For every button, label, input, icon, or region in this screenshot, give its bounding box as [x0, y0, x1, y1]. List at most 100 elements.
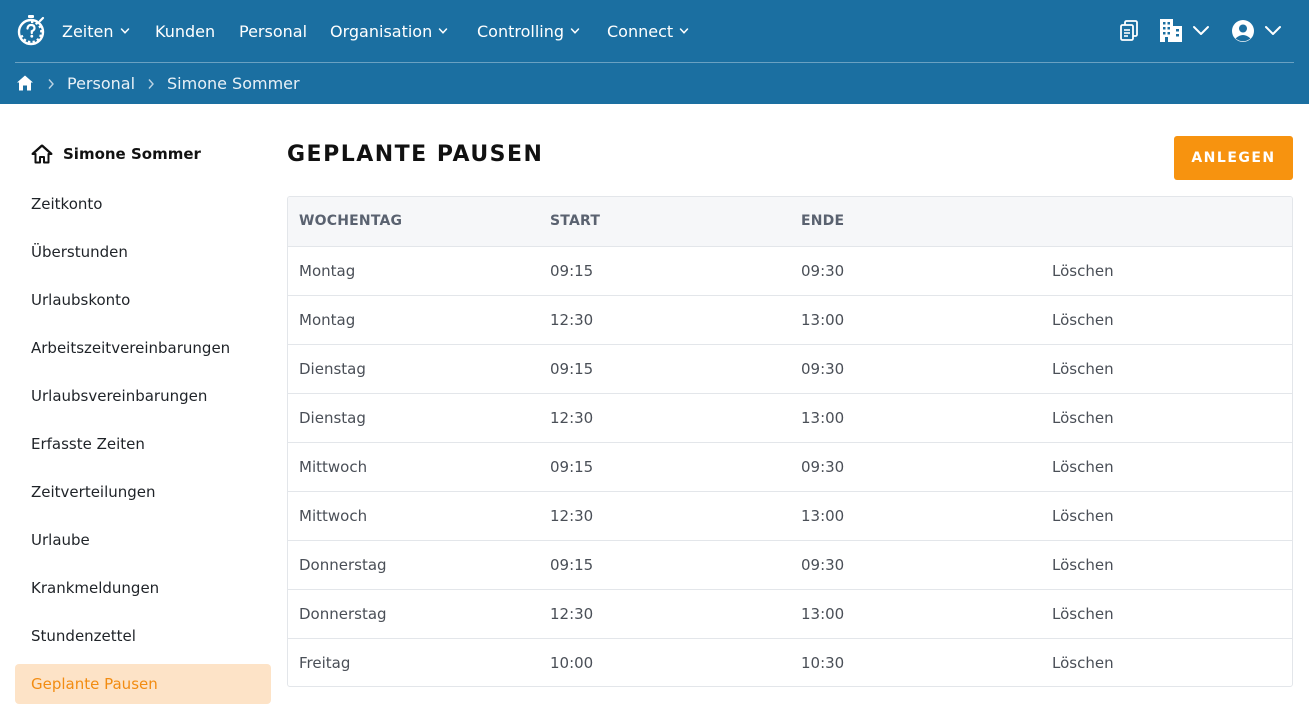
delete-link[interactable]: Löschen — [1041, 393, 1292, 442]
delete-link[interactable]: Löschen — [1041, 344, 1292, 393]
sidebar-item-label: Krankmeldungen — [31, 579, 160, 597]
sidebar-item-label: Überstunden — [31, 243, 128, 261]
column-header-weekday: WOCHENTAG — [299, 213, 403, 230]
header-divider — [15, 62, 1294, 63]
column-header-end: ENDE — [801, 213, 845, 230]
sidebar-item-label: Urlaube — [31, 531, 90, 549]
nav-item-label: Kunden — [155, 21, 216, 41]
sidebar-item-überstunden[interactable]: Überstunden — [15, 232, 271, 272]
cell-start: 10:00 — [550, 653, 594, 672]
cell-end: 13:00 — [801, 506, 845, 525]
sidebar-item-label: Urlaubskonto — [31, 291, 131, 309]
sidebar-item-urlaubsvereinbarungen[interactable]: Urlaubsvereinbarungen — [15, 376, 271, 416]
sidebar-item-geplante-pausen[interactable]: Geplante Pausen — [15, 664, 271, 704]
table-row: Dienstag 09:15 09:30 Löschen — [288, 344, 1292, 393]
delete-link[interactable]: Löschen — [1041, 589, 1292, 638]
nav-organisation[interactable]: Organisation — [330, 20, 448, 42]
sidebar-item-urlaube[interactable]: Urlaube — [15, 520, 271, 560]
breadcrumb: Personal Simone Sommer — [0, 64, 1309, 104]
sidebar-item-zeitverteilungen[interactable]: Zeitverteilungen — [15, 472, 271, 512]
table-header-row: WOCHENTAG START ENDE — [288, 197, 1292, 246]
nav-item-label: Personal — [239, 21, 308, 41]
cell-start: 12:30 — [550, 310, 594, 329]
nav-item-label: Controlling — [477, 21, 565, 41]
cell-weekday: Montag — [299, 261, 356, 280]
sidebar-item-erfasste-zeiten[interactable]: Erfasste Zeiten — [15, 424, 271, 464]
cell-weekday: Donnerstag — [299, 604, 387, 623]
cell-start: 12:30 — [550, 408, 594, 427]
cell-end: 13:00 — [801, 408, 845, 427]
documents-icon[interactable] — [1119, 20, 1139, 42]
chevron-down-icon — [120, 28, 129, 34]
user-chevron-down-icon[interactable] — [1264, 24, 1282, 36]
delete-link[interactable]: Löschen — [1041, 540, 1292, 589]
sidebar-header[interactable]: Simone Sommer — [31, 144, 201, 164]
delete-link[interactable]: Löschen — [1041, 638, 1292, 686]
sidebar-item-urlaubskonto[interactable]: Urlaubskonto — [15, 280, 271, 320]
cell-weekday: Montag — [299, 310, 356, 329]
main-navigation: Zeiten Kunden Personal Organisation Controll… — [0, 0, 1309, 62]
nav-controlling[interactable]: Controlling — [477, 20, 580, 42]
cell-end: 13:00 — [801, 604, 845, 623]
cell-weekday: Freitag — [299, 653, 351, 672]
nav-item-label: Connect — [607, 21, 674, 41]
nav-kunden[interactable]: Kunden — [155, 20, 215, 42]
table-row: Dienstag 12:30 13:00 Löschen — [288, 393, 1292, 442]
table-row: Montag 12:30 13:00 Löschen — [288, 295, 1292, 344]
cell-weekday: Dienstag — [299, 359, 366, 378]
table-row: Mittwoch 12:30 13:00 Löschen — [288, 491, 1292, 540]
cell-end: 09:30 — [801, 555, 845, 574]
column-header-start: START — [550, 213, 601, 230]
cell-start: 09:15 — [550, 359, 594, 378]
building-chevron-down-icon[interactable] — [1192, 24, 1210, 36]
nav-personal[interactable]: Personal — [239, 20, 307, 42]
table-row: Freitag 10:00 10:30 Löschen — [288, 638, 1292, 686]
breadcrumb-separator-icon — [48, 79, 54, 89]
column-header-actions — [1041, 197, 1292, 246]
cell-end: 09:30 — [801, 457, 845, 476]
top-header: Zeiten Kunden Personal Organisation Controll… — [0, 0, 1309, 104]
sidebar-item-label: Geplante Pausen — [31, 675, 158, 693]
page-title: GEPLANTE PAUSEN — [287, 142, 544, 167]
delete-link[interactable]: Löschen — [1041, 295, 1292, 344]
sidebar-item-krankmeldungen[interactable]: Krankmeldungen — [15, 568, 271, 608]
building-icon[interactable] — [1159, 18, 1183, 43]
nav-item-label: Zeiten — [62, 21, 114, 41]
cell-weekday: Mittwoch — [299, 506, 368, 525]
cell-start: 09:15 — [550, 261, 594, 280]
sidebar-item-label: Stundenzettel — [31, 627, 136, 645]
delete-link[interactable]: Löschen — [1041, 491, 1292, 540]
sidebar-item-zeitkonto[interactable]: Zeitkonto — [15, 184, 271, 224]
sidebar-item-arbeitszeitvereinbarungen[interactable]: Arbeitszeitvereinbarungen — [15, 328, 271, 368]
cell-start: 09:15 — [550, 555, 594, 574]
cell-end: 10:30 — [801, 653, 845, 672]
create-button[interactable]: ANLEGEN — [1174, 136, 1293, 180]
home-icon[interactable] — [16, 74, 34, 92]
breadcrumb-personal[interactable]: Personal — [67, 74, 135, 93]
chevron-down-icon — [679, 28, 689, 34]
nav-zeiten[interactable]: Zeiten — [62, 20, 130, 42]
table-row: Montag 09:15 09:30 Löschen — [288, 246, 1292, 295]
cell-weekday: Donnerstag — [299, 555, 387, 574]
user-account-icon[interactable] — [1231, 19, 1255, 43]
table-row: Mittwoch 09:15 09:30 Löschen — [288, 442, 1292, 491]
table-row: Donnerstag 12:30 13:00 Löschen — [288, 589, 1292, 638]
logo-stopwatch-icon[interactable] — [16, 14, 46, 46]
sidebar-item-label: Urlaubsvereinbarungen — [31, 387, 208, 405]
table-row: Donnerstag 09:15 09:30 Löschen — [288, 540, 1292, 589]
nav-item-label: Organisation — [330, 21, 433, 41]
delete-link[interactable]: Löschen — [1041, 442, 1292, 491]
nav-connect[interactable]: Connect — [607, 20, 689, 42]
breadcrumb-separator-icon — [148, 79, 154, 89]
sidebar-title: Simone Sommer — [63, 145, 201, 163]
breaks-table: WOCHENTAG START ENDE Montag 09:15 09:30 Lös… — [287, 196, 1293, 687]
sidebar-item-label: Zeitkonto — [31, 195, 103, 213]
chevron-down-icon — [570, 28, 580, 34]
cell-end: 09:30 — [801, 261, 845, 280]
cell-end: 09:30 — [801, 359, 845, 378]
sidebar-item-label: Zeitverteilungen — [31, 483, 156, 501]
sidebar-item-label: Erfasste Zeiten — [31, 435, 145, 453]
home-icon — [31, 144, 53, 164]
delete-link[interactable]: Löschen — [1041, 246, 1292, 295]
sidebar-item-stundenzettel[interactable]: Stundenzettel — [15, 616, 271, 656]
